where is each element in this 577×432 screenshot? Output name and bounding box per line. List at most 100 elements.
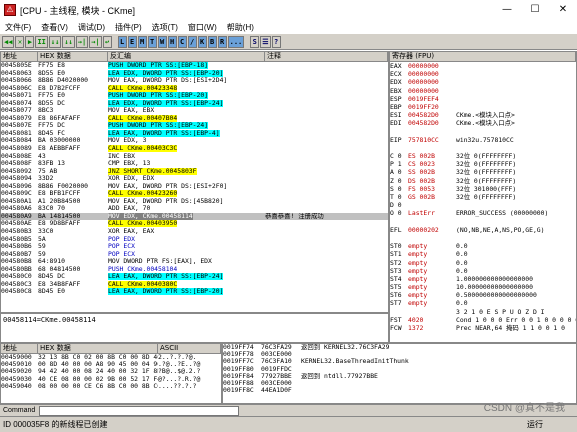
disasm-row[interactable]: 00458084 BA 03000000 MOV EDX, 3 [1, 137, 388, 145]
toolbar-button-15[interactable]: C [177, 35, 187, 48]
register-row[interactable]: P 1 CS 0023 32位 0(FFFFFFFF) [390, 160, 576, 168]
toolbar-button-23[interactable]: ? [271, 35, 281, 48]
toolbar-button-7[interactable]: →| [89, 35, 102, 48]
toolbar-button-17[interactable]: K [197, 35, 207, 48]
register-row[interactable]: ST4 empty 1.000000000000000000 [390, 275, 576, 283]
register-row[interactable]: ST2 empty 0.0 [390, 259, 576, 267]
toolbar-button-14[interactable]: H [167, 35, 177, 48]
minimize-button[interactable]: — [493, 0, 521, 20]
toolbar-button-12[interactable]: T [147, 35, 157, 48]
disasm-row[interactable]: 004580B5 5A POP EDX [1, 236, 388, 244]
disasm-row[interactable]: 004580BB 68 04814500 PUSH CKme.00458104 [1, 266, 388, 274]
disasm-row[interactable]: 004580C0 8D45 DC LEA EAX, DWORD PTR SS:[EB… [1, 273, 388, 281]
disasm-row[interactable]: 0045808F 83FB 13 CMP EBX, 13 [1, 160, 388, 168]
menu-options[interactable]: 选项(T) [147, 22, 183, 33]
disasm-row[interactable]: 0045809C E8 BFB1FCFF CALL CKme.00423260 [1, 190, 388, 198]
disasm-row[interactable]: 004580A1 A1 20B84500 MOV EAX, DWORD PTR DS… [1, 198, 388, 206]
register-row[interactable]: EDX 00000000 [390, 78, 576, 86]
stack-row[interactable]: 0019FF88 003CE000 [223, 380, 576, 387]
dump-row[interactable]: 00459010 00 8D 40 00 00 A8 90 45 00 04 90… [1, 361, 221, 368]
toolbar-button-19[interactable]: R [217, 35, 227, 48]
stack-row[interactable]: 0019FF80 0019FFDC [223, 366, 576, 373]
menu-window[interactable]: 窗口(W) [183, 22, 222, 33]
register-row[interactable]: 3 2 1 0 E S P U O Z D I [390, 308, 576, 316]
menu-help[interactable]: 帮助(H) [222, 22, 259, 33]
disasm-row[interactable]: 00458096 8B86 F0020000 MOV EAX, DWORD PTR … [1, 183, 388, 191]
disasm-row[interactable]: 00458071 FF75 E0 PUSH DWORD PTR SS:[EBP-20… [1, 92, 388, 100]
disasm-row[interactable]: 0045805E FF75 E8 PUSH DWORD PTR SS:[EBP-18… [1, 62, 388, 70]
register-row[interactable] [390, 218, 576, 226]
register-row[interactable]: FCW 1372 Prec NEAR,64 掩码 1 1 0 0 1 0 [390, 324, 576, 332]
dump-row[interactable]: 00459020 94 42 40 00 08 24 40 00 32 1F 8B… [1, 368, 221, 375]
register-row[interactable]: ST6 empty 0.5000000000000000000 [390, 291, 576, 299]
disasm-row[interactable]: 00458077 8BC3 MOV EAX, EBX [1, 107, 388, 115]
toolbar-button-1[interactable]: ✕ [15, 35, 25, 48]
disasm-row[interactable]: 00458066 8B86 D4020000 MOV EAX, DWORD PTR … [1, 77, 388, 85]
dump-row[interactable]: 00459000 32 13 8B C0 02 00 8B C0 00 8D 40… [1, 354, 221, 361]
disasm-row[interactable]: 004580A6 83C0 70 ADD EAX, 70 [1, 205, 388, 213]
menu-debug[interactable]: 调试(D) [73, 22, 110, 33]
register-row[interactable]: ST0 empty 0.0 [390, 242, 576, 250]
register-row[interactable]: EIP 757810CC win32u.757810CC [390, 136, 576, 144]
register-row[interactable]: Z 0 DS 002B 32位 0(FFFFFFFF) [390, 177, 576, 185]
menu-view[interactable]: 查看(V) [36, 22, 73, 33]
register-row[interactable]: EDI 004582D0 CKme.<模块入口点> [390, 119, 576, 127]
disasm-row[interactable]: 004580B7 59 POP ECX [1, 251, 388, 259]
toolbar-button-16[interactable]: / [187, 35, 197, 48]
register-row[interactable]: FST 4020 Cond 1 0 0 0 Err 0 0 1 0 0 0 0 0 [390, 316, 576, 324]
register-row[interactable] [390, 128, 576, 136]
toolbar-button-9[interactable]: L [117, 35, 127, 48]
close-button[interactable]: ✕ [549, 0, 577, 20]
dump-row[interactable]: 00459040 08 00 00 00 CE C6 8B C0 00 8B C0… [1, 383, 221, 390]
toolbar-button-13[interactable]: W [157, 35, 167, 48]
toolbar-button-5[interactable]: ↓↓ [62, 35, 75, 48]
toolbar-button-4[interactable]: ↓↓ [48, 35, 62, 48]
register-row[interactable]: ST3 empty 0.0 [390, 267, 576, 275]
disasm-row[interactable]: 00458074 8D55 DC LEA EDX, DWORD PTR SS:[EB… [1, 99, 388, 108]
disasm-row[interactable]: 00458063 8D55 E0 LEA EDX, DWORD PTR SS:[EB… [1, 69, 388, 78]
register-row[interactable]: C 0 ES 002B 32位 0(FFFFFFFF) [390, 152, 576, 160]
disassembly-list[interactable]: 0045805E FF75 E8 PUSH DWORD PTR SS:[EBP-18… [1, 62, 388, 296]
register-row[interactable]: O 0 LastErr ERROR_SUCCESS (00000000) [390, 209, 576, 217]
toolbar-button-21[interactable]: S [250, 35, 260, 48]
toolbar-button-8[interactable]: ↩ [102, 35, 112, 48]
register-row[interactable]: ST7 empty 0.0 [390, 299, 576, 307]
toolbar-button-18[interactable]: B [207, 35, 217, 48]
register-row[interactable]: EFL 00000202 (NO,NB,NE,A,NS,PO,GE,G) [390, 226, 576, 234]
disasm-row[interactable]: 00458079 E8 86FAFAFF CALL CKme.00407B04 [1, 114, 388, 123]
menu-file[interactable]: 文件(F) [0, 22, 36, 33]
stack-row[interactable]: 0019FF84 77927BBE 返回到 ntdll.77927BBE [223, 373, 576, 380]
disasm-row[interactable]: 00458094 33D2 XOR EDX, EDX [1, 175, 388, 183]
register-row[interactable]: ESP 0019FEF4 [390, 95, 576, 103]
disasm-row[interactable]: 004580B8 64:8910 MOV DWORD PTR FS:[EAX], E… [1, 258, 388, 266]
register-row[interactable]: ESI 004582D0 CKme.<模块入口点> [390, 111, 576, 119]
stack-row[interactable]: 0019FF8C 44EA1D0F [223, 387, 576, 394]
toolbar-button-3[interactable]: II [35, 35, 48, 48]
maximize-button[interactable]: ☐ [521, 0, 549, 20]
disasm-row[interactable]: 004580C3 E8 34B8FAFF CALL CKme.0040380C [1, 280, 388, 289]
register-row[interactable] [390, 234, 576, 242]
register-row[interactable]: S 0 FS 0053 32位 301000(FFF) [390, 185, 576, 193]
disasm-row[interactable]: 004580B3 33C0 XOR EAX, EAX [1, 228, 388, 236]
stack-row[interactable]: 0019FF78 003CE000 [223, 351, 576, 358]
toolbar-button-10[interactable]: E [127, 35, 137, 48]
register-row[interactable]: ST1 empty 0.0 [390, 250, 576, 258]
disasm-row[interactable]: 00458081 8D45 FC LEA EAX, DWORD PTR SS:[EB… [1, 129, 388, 138]
register-row[interactable]: D 0 [390, 201, 576, 209]
register-row[interactable]: EBX 00000000 [390, 87, 576, 95]
disasm-row[interactable]: 004580B6 59 POP ECX [1, 243, 388, 251]
toolbar-button-22[interactable]: ☰ [260, 35, 271, 48]
register-row[interactable]: EBP 0019FF20 [390, 103, 576, 111]
disasm-row[interactable]: 0045806C E8 D7B2FCFF CALL CKme.00423348 [1, 84, 388, 93]
toolbar-button-11[interactable]: M [137, 35, 147, 48]
disasm-row[interactable]: 00458092 75 AB JNZ SHORT CKme.0045803F [1, 167, 388, 176]
register-row[interactable]: ECX 00000000 [390, 70, 576, 78]
disasm-row[interactable]: 0045807E FF75 DC PUSH DWORD PTR SS:[EBP-24… [1, 122, 388, 130]
register-row[interactable]: T 0 GS 002B 32位 0(FFFFFFFF) [390, 193, 576, 201]
disasm-row[interactable]: 004580AE E8 9D8BFAFF CALL CKme.00403950 [1, 220, 388, 228]
disasm-row[interactable]: 004580C8 8D45 E0 LEA EAX, DWORD PTR SS:[EB… [1, 288, 388, 296]
register-row[interactable]: ST5 empty 10.00000000000000000 [390, 283, 576, 291]
disasm-row[interactable]: 004580A9 BA 14814500 MOV EDX, CKme.0045811… [1, 212, 388, 221]
dump-row[interactable]: 00459030 40 CE 08 00 00 02 9B 00 52 17 F4… [1, 376, 221, 383]
command-input[interactable] [39, 405, 240, 416]
